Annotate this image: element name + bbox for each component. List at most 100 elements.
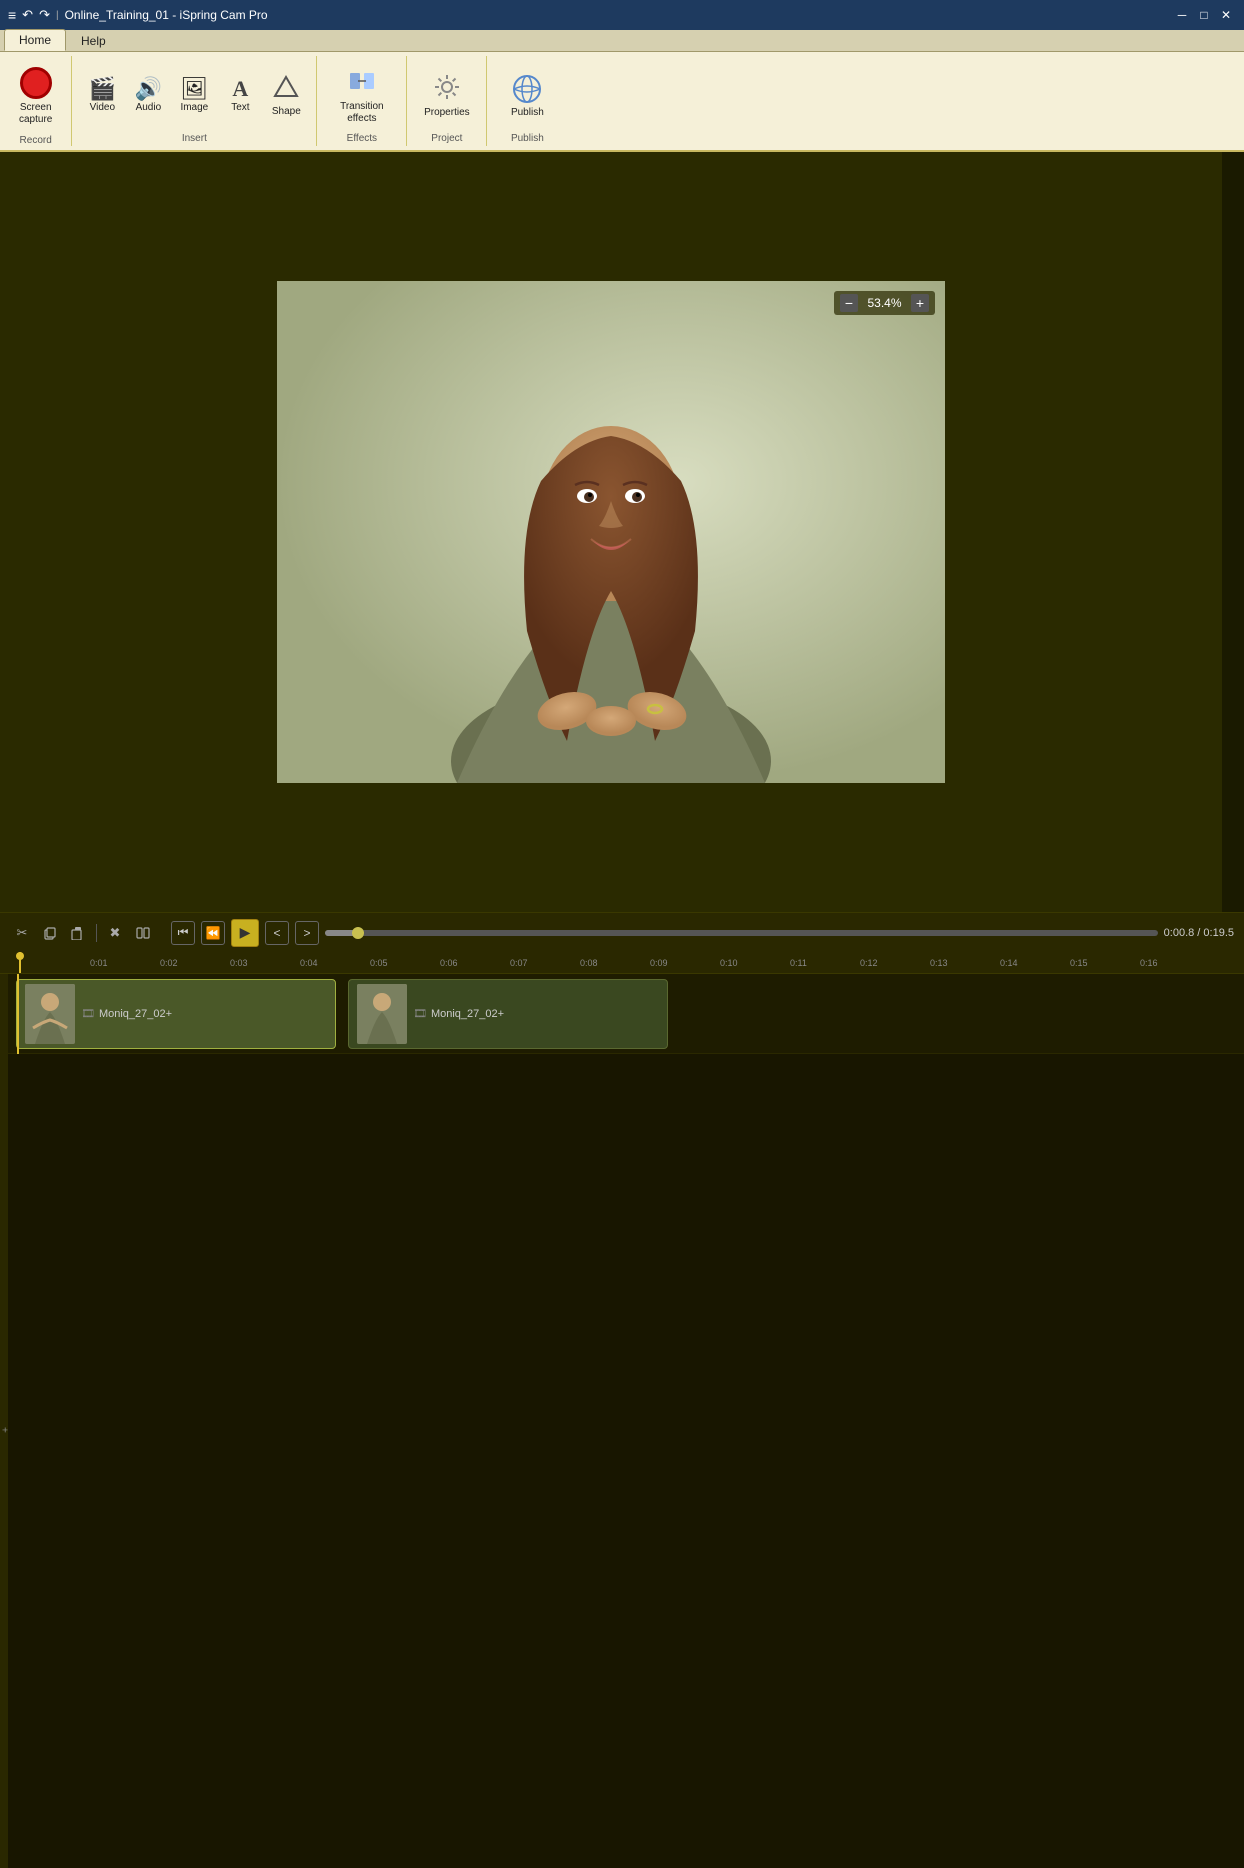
time-display: 0:00.8 / 0:19.5	[1164, 927, 1234, 939]
effects-group-label: Effects	[347, 131, 377, 146]
ruler-mark-1: 0:01	[90, 958, 108, 968]
right-panel	[1222, 152, 1244, 912]
clip-1-info: 🎞 Moniq_27_02+	[81, 1007, 327, 1020]
minimize-button[interactable]: ─	[1172, 5, 1192, 25]
properties-button[interactable]: Properties	[417, 68, 477, 124]
ribbon-group-project: Properties Project	[407, 56, 487, 146]
go-start-button[interactable]: ⏮	[171, 921, 195, 945]
clip-1-figure	[25, 984, 75, 1044]
canvas-area: − 53.4% +	[0, 152, 1222, 912]
ruler-marks: 0:01 0:02 0:03 0:04 0:05 0:06 0:07 0:08 …	[10, 952, 1234, 973]
timeline-scrubber[interactable]	[325, 930, 1158, 936]
paste-button[interactable]	[66, 921, 90, 945]
timeline-tracks: + 🎞 Moniq_27_02+	[0, 974, 1244, 1868]
tab-help[interactable]: Help	[66, 30, 121, 51]
shape-label: Shape	[272, 106, 301, 118]
zoom-in-button[interactable]: +	[911, 294, 929, 312]
copy-button[interactable]	[38, 921, 62, 945]
image-icon: 🖼	[180, 78, 208, 100]
shape-button[interactable]: Shape	[264, 69, 308, 123]
ribbon-group-insert: 🎬 Video 🔊 Audio 🖼 Image A Text	[72, 56, 317, 146]
ruler-mark-11: 0:11	[790, 958, 807, 968]
window-controls: ─ □ ✕	[1172, 5, 1236, 25]
video-label: Video	[90, 102, 115, 114]
ruler-mark-16: 0:16	[1140, 958, 1158, 968]
ribbon-group-publish: Publish Publish	[487, 56, 567, 146]
ribbon-items-insert: 🎬 Video 🔊 Audio 🖼 Image A Text	[78, 56, 310, 131]
ribbon-items-publish: Publish	[498, 56, 557, 131]
zoom-out-button[interactable]: −	[840, 294, 858, 312]
transition-icon	[348, 67, 376, 99]
transport-bar: ✂ ✖ ⏮ ⏪ ▶ < > 0:00.8 / 0:19.5	[0, 912, 1244, 952]
clip-1-film-icon: 🎞	[81, 1007, 95, 1020]
title-bar-left: ≡ ↶ ↷ | Online_Training_01 - iSpring Cam…	[8, 7, 268, 23]
next-button[interactable]: >	[295, 921, 319, 945]
ruler-mark-9: 0:09	[650, 958, 668, 968]
publish-group-label: Publish	[511, 131, 544, 146]
properties-icon	[433, 73, 461, 105]
ribbon: Screencapture Record 🎬 Video 🔊 Audio 🖼 I…	[0, 52, 1244, 152]
title-bar: ≡ ↶ ↷ | Online_Training_01 - iSpring Cam…	[0, 0, 1244, 30]
cut-button[interactable]: ✂	[10, 921, 34, 945]
timeline-clip-2[interactable]: 🎞 Moniq_27_02+	[348, 979, 668, 1049]
publish-label: Publish	[511, 107, 544, 119]
timeline-clip-1[interactable]: 🎞 Moniq_27_02+	[16, 979, 336, 1049]
text-label: Text	[231, 102, 249, 114]
edit-separator	[96, 924, 97, 942]
zoom-controls: − 53.4% +	[834, 291, 935, 315]
edit-toolbar: ✂ ✖	[10, 921, 155, 945]
step-back-button[interactable]: ⏪	[201, 921, 225, 945]
title-separator: |	[56, 10, 59, 21]
audio-icon: 🔊	[135, 78, 162, 100]
shape-icon	[273, 74, 299, 104]
track-add-icon[interactable]: +	[0, 1427, 10, 1433]
track-playhead	[17, 974, 19, 1054]
play-button[interactable]: ▶	[231, 919, 259, 947]
prev-button[interactable]: <	[265, 921, 289, 945]
audio-label: Audio	[136, 102, 162, 114]
video-button[interactable]: 🎬 Video	[80, 73, 124, 119]
app-menu-icon[interactable]: ≡	[8, 7, 16, 23]
clip-2-figure	[357, 984, 407, 1044]
screen-capture-button[interactable]: Screencapture	[8, 60, 63, 133]
ruler-playhead	[19, 952, 21, 974]
menu-tabs: Home Help	[0, 30, 1244, 52]
ruler-mark-4: 0:04	[300, 958, 318, 968]
track-add-area: +	[0, 974, 8, 1868]
close-button[interactable]: ✕	[1216, 5, 1236, 25]
clip-2-thumbnail	[357, 984, 407, 1044]
timeline-thumb[interactable]	[352, 927, 364, 939]
preview-svg	[277, 281, 945, 783]
maximize-button[interactable]: □	[1194, 5, 1214, 25]
ribbon-group-record: Screencapture Record	[0, 56, 72, 146]
image-button[interactable]: 🖼 Image	[172, 73, 216, 119]
window-title: Online_Training_01 - iSpring Cam Pro	[65, 8, 268, 22]
tab-home[interactable]: Home	[4, 29, 66, 51]
video-preview: − 53.4% +	[277, 281, 945, 783]
clip-1-thumbnail	[25, 984, 75, 1044]
text-icon: A	[232, 78, 248, 100]
clip-2-info: 🎞 Moniq_27_02+	[413, 1007, 659, 1020]
split-button[interactable]	[131, 921, 155, 945]
project-group-label: Project	[431, 131, 462, 146]
text-button[interactable]: A Text	[218, 73, 262, 119]
clip-1-name: Moniq_27_02+	[99, 1008, 172, 1020]
ribbon-items-effects: Transitioneffects	[325, 56, 399, 131]
transition-effects-button[interactable]: Transitioneffects	[327, 62, 397, 130]
undo-btn[interactable]: ↶	[22, 7, 33, 23]
publish-button[interactable]: Publish	[500, 68, 555, 124]
ruler-mark-8: 0:08	[580, 958, 598, 968]
ruler-mark-7: 0:07	[510, 958, 528, 968]
ruler-mark-6: 0:06	[440, 958, 458, 968]
ruler-mark-10: 0:10	[720, 958, 738, 968]
audio-button[interactable]: 🔊 Audio	[126, 73, 170, 119]
insert-group-label: Insert	[182, 131, 207, 146]
ruler-mark-2: 0:02	[160, 958, 178, 968]
ribbon-group-effects: Transitioneffects Effects	[317, 56, 407, 146]
delete-button[interactable]: ✖	[103, 921, 127, 945]
ruler-mark-15: 0:15	[1070, 958, 1088, 968]
video-icon: 🎬	[89, 78, 116, 100]
timeline-track-1: 🎞 Moniq_27_02+ 🎞 Moniq_27_0	[0, 974, 1244, 1054]
redo-btn[interactable]: ↷	[39, 7, 50, 23]
screen-capture-label: Screencapture	[19, 102, 52, 126]
